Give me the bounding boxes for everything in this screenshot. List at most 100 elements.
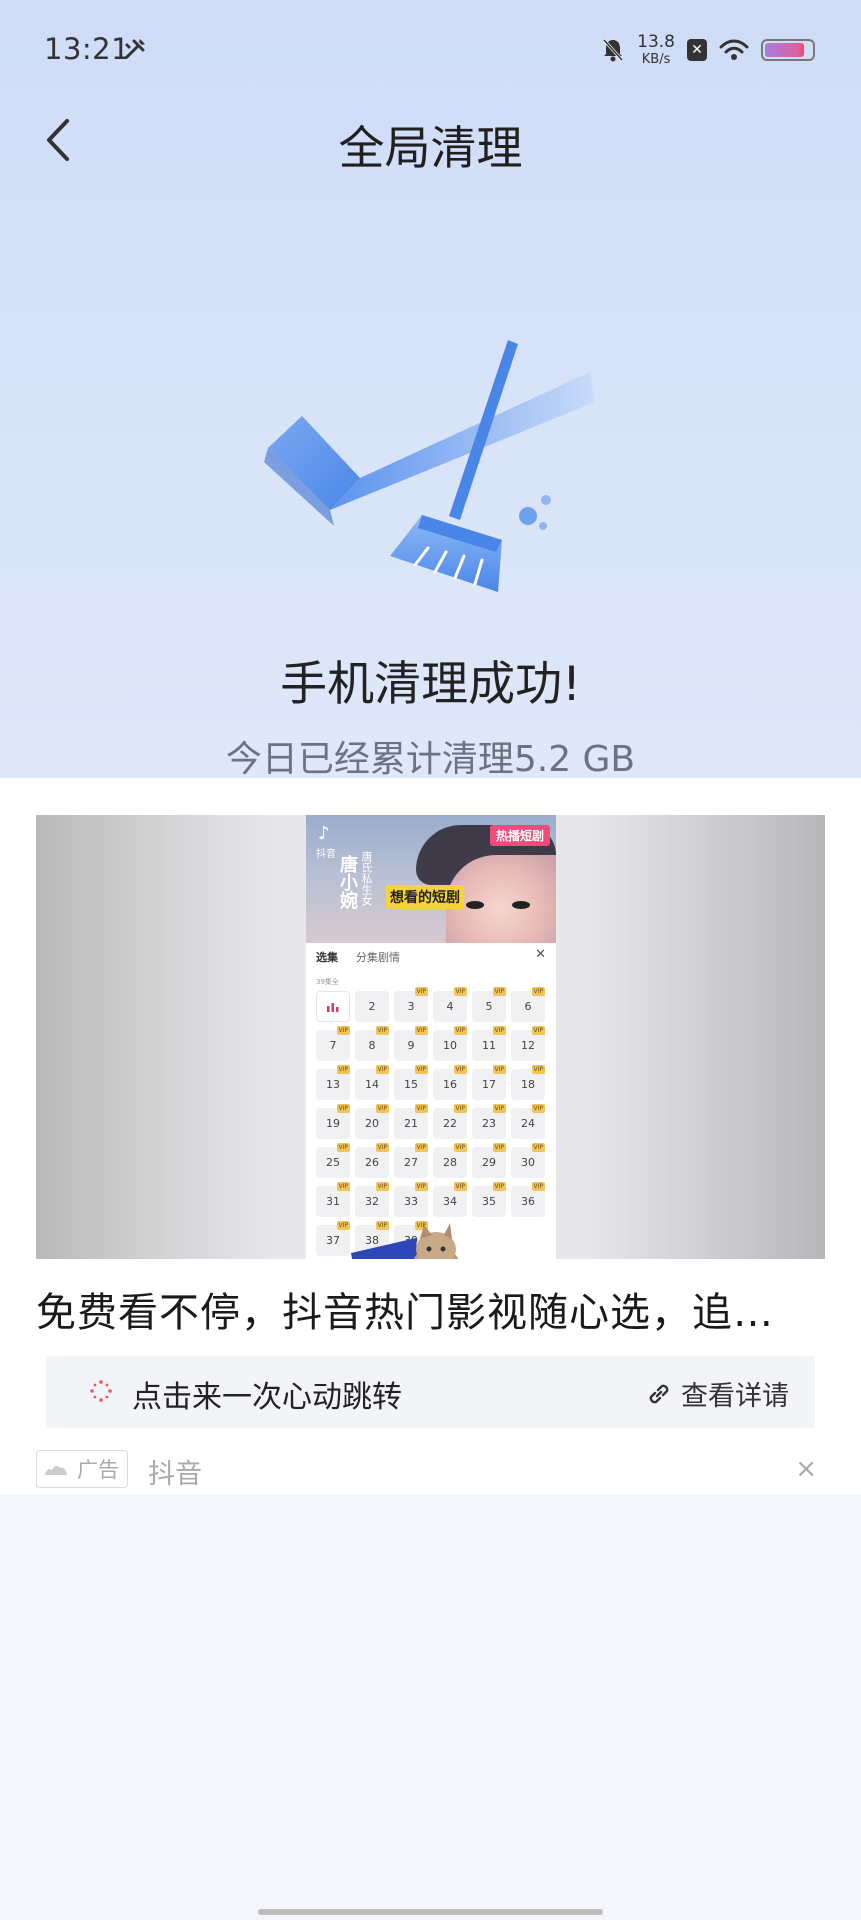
episode-cell: 21 VIP bbox=[394, 1104, 428, 1139]
drama-subtitle: 唐氏私生女 bbox=[360, 851, 373, 906]
episode-number: 22 bbox=[443, 1117, 457, 1130]
vip-badge: VIP bbox=[336, 1065, 350, 1074]
episode-number: 2 bbox=[368, 1000, 376, 1013]
drama-poster: ♪ 抖音 唐小婉 唐氏私生女 热播短剧 想看的短剧 bbox=[306, 815, 556, 945]
episode-panel: 选集 分集剧情 ✕ 39集全 2 3 VIP 4 VIP 5 VIP 6 VIP 7 VIP 8 VIP… bbox=[306, 943, 556, 1259]
episode-number: 30 bbox=[521, 1156, 535, 1169]
episode-number: 31 bbox=[326, 1195, 340, 1208]
view-details-label: 查看详请 bbox=[681, 1381, 789, 1412]
episode-number: 6 bbox=[524, 1000, 532, 1013]
episode-number: 24 bbox=[521, 1117, 535, 1130]
vip-badge: VIP bbox=[414, 1182, 428, 1191]
episode-cell: 15 VIP bbox=[394, 1065, 428, 1100]
sparkle-icon bbox=[90, 1380, 112, 1402]
episode-cell: 6 VIP bbox=[511, 987, 545, 1022]
success-title: 手机清理成功! bbox=[280, 657, 581, 712]
vip-badge: VIP bbox=[336, 1143, 350, 1152]
vip-badge: VIP bbox=[492, 1026, 506, 1035]
wifi-icon bbox=[719, 39, 749, 60]
episode-number: 7 bbox=[329, 1039, 337, 1052]
tab-plot: 分集剧情 bbox=[356, 951, 400, 964]
ad-phone-screenshot: ♪ 抖音 唐小婉 唐氏私生女 热播短剧 想看的短剧 选集 分集剧情 ✕ 39集全 bbox=[306, 815, 556, 1259]
vip-badge: VIP bbox=[492, 1182, 506, 1191]
episode-number: 14 bbox=[365, 1078, 379, 1091]
episode-number: 3 bbox=[407, 1000, 415, 1013]
battery-level bbox=[765, 43, 804, 57]
vip-badge: VIP bbox=[414, 987, 428, 996]
episode-cell: 2 bbox=[355, 991, 389, 1022]
episode-number: 4 bbox=[446, 1000, 454, 1013]
episode-number: 26 bbox=[365, 1156, 379, 1169]
episode-cell: 17 VIP bbox=[472, 1065, 506, 1100]
close-icon: ✕ bbox=[535, 947, 546, 962]
vip-badge: VIP bbox=[531, 1143, 545, 1152]
vip-badge: VIP bbox=[453, 987, 467, 996]
page-title: 全局清理 bbox=[338, 121, 523, 175]
episode-cell: 13 VIP bbox=[316, 1065, 350, 1100]
vip-badge: VIP bbox=[531, 1065, 545, 1074]
episode-cell: 24 VIP bbox=[511, 1104, 545, 1139]
view-details-link[interactable]: 查看详请 bbox=[645, 1374, 789, 1413]
episode-cell: 12 VIP bbox=[511, 1026, 545, 1061]
episode-number: 18 bbox=[521, 1078, 535, 1091]
vip-badge: VIP bbox=[336, 1182, 350, 1191]
ad-source: 抖音 bbox=[148, 1459, 202, 1490]
vip-badge: VIP bbox=[375, 1065, 389, 1074]
cloud-logo-icon bbox=[45, 1465, 67, 1475]
ad-cta-bar[interactable]: 点击来一次心动跳转 查看详请 bbox=[46, 1356, 815, 1428]
episode-cell: 9 VIP bbox=[394, 1026, 428, 1061]
episode-count: 39集全 bbox=[316, 978, 339, 986]
episode-number: 37 bbox=[326, 1234, 340, 1247]
episode-number: 16 bbox=[443, 1078, 457, 1091]
ad-media[interactable]: ♪ 抖音 唐小婉 唐氏私生女 热播短剧 想看的短剧 选集 分集剧情 ✕ 39集全 bbox=[36, 815, 825, 1259]
episode-number: 20 bbox=[365, 1117, 379, 1130]
episode-cell: 18 VIP bbox=[511, 1065, 545, 1100]
episode-cell: 4 VIP bbox=[433, 987, 467, 1022]
vip-badge: VIP bbox=[531, 1026, 545, 1035]
cta-text: 点击来一次心动跳转 bbox=[132, 1380, 402, 1415]
episode-number: 10 bbox=[443, 1039, 457, 1052]
episode-cell: 5 VIP bbox=[472, 987, 506, 1022]
vip-badge: VIP bbox=[336, 1104, 350, 1113]
episode-number: 34 bbox=[443, 1195, 457, 1208]
episode-cell: 7 VIP bbox=[316, 1026, 350, 1061]
drama-name: 唐小婉 bbox=[337, 855, 358, 909]
vip-badge: VIP bbox=[453, 1104, 467, 1113]
episode-cell: 37 VIP bbox=[316, 1221, 350, 1256]
episode-number: 12 bbox=[521, 1039, 535, 1052]
episode-cell: 8 VIP bbox=[355, 1026, 389, 1061]
battery-icon bbox=[761, 39, 815, 61]
close-box-icon: ✕ bbox=[687, 39, 707, 61]
vip-badge: VIP bbox=[414, 1026, 428, 1035]
episode-number: 21 bbox=[404, 1117, 418, 1130]
cleaned-total-text: 今日已经累计清理5.2 GB bbox=[225, 739, 636, 780]
episode-number: 5 bbox=[485, 1000, 493, 1013]
douyin-logo-icon: ♪ bbox=[318, 823, 330, 844]
status-icons: 13.8 KB/s ✕ bbox=[601, 30, 815, 70]
episode-number: 32 bbox=[365, 1195, 379, 1208]
episode-number: 27 bbox=[404, 1156, 418, 1169]
episode-cell: 30 VIP bbox=[511, 1143, 545, 1178]
home-indicator[interactable] bbox=[258, 1909, 603, 1915]
vip-badge: VIP bbox=[453, 1065, 467, 1074]
eye-right bbox=[512, 901, 530, 909]
vip-badge: VIP bbox=[375, 1026, 389, 1035]
net-speed-unit: KB/s bbox=[641, 52, 671, 67]
episode-number: 11 bbox=[482, 1039, 496, 1052]
vip-badge: VIP bbox=[375, 1143, 389, 1152]
vip-badge: VIP bbox=[453, 1143, 467, 1152]
episode-number: 33 bbox=[404, 1195, 418, 1208]
episode-number: 25 bbox=[326, 1156, 340, 1169]
equalizer-icon bbox=[327, 1002, 339, 1012]
episode-number: 28 bbox=[443, 1156, 457, 1169]
vip-badge: VIP bbox=[492, 1065, 506, 1074]
douyin-logo-text: 抖音 bbox=[316, 849, 336, 860]
vip-badge: VIP bbox=[492, 1104, 506, 1113]
ad-badge: 广告 bbox=[36, 1450, 128, 1488]
eye-left bbox=[466, 901, 484, 909]
episode-cell: 27 VIP bbox=[394, 1143, 428, 1178]
ad-title[interactable]: 免费看不停，抖音热门影视随心选，追… bbox=[36, 1280, 831, 1338]
broom-check-illustration bbox=[264, 340, 595, 592]
ad-close-button[interactable]: × bbox=[795, 1454, 817, 1484]
episode-cell: 28 VIP bbox=[433, 1143, 467, 1178]
